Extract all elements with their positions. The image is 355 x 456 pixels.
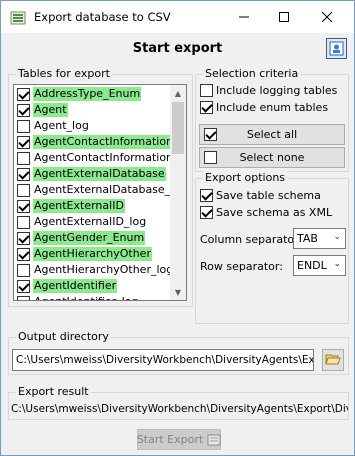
table-item-label: AgentHierarchyOther: [33, 247, 152, 261]
table-checkbox[interactable]: [17, 279, 30, 293]
table-item-label: AgentExternalDatabase_log: [34, 183, 187, 196]
tables-group-label: Tables for export: [16, 67, 112, 80]
list-item[interactable]: AgentHierarchyOther_log: [14, 262, 174, 278]
table-checkbox[interactable]: [17, 295, 30, 300]
selection-criteria-label: Selection criteria: [203, 67, 301, 80]
list-item[interactable]: Agent_log: [14, 118, 172, 134]
table-item-label: Agent_log: [34, 119, 89, 132]
row-separator-select[interactable]: ENDL ⌄: [293, 255, 346, 276]
table-checkbox[interactable]: [17, 87, 30, 101]
table-item-label: AgentGender_Enum: [33, 231, 146, 245]
app-icon: [10, 10, 26, 26]
list-item[interactable]: AgentExternalDatabase: [14, 166, 172, 182]
table-checkbox[interactable]: [17, 263, 30, 277]
table-item-label: AgentIdentifier: [33, 279, 118, 293]
scroll-up-icon[interactable]: ▲: [170, 85, 186, 101]
list-item[interactable]: AgentGender_Enum: [14, 230, 172, 246]
list-item[interactable]: AgentExternalID: [14, 198, 172, 214]
start-export-button[interactable]: Start Export: [137, 429, 221, 450]
table-checkbox[interactable]: [17, 199, 30, 213]
title-bar: Export database to CSV: [1, 1, 354, 33]
page-title: Start export: [132, 41, 223, 56]
table-checkbox[interactable]: [17, 103, 30, 117]
close-icon[interactable]: [307, 1, 347, 33]
table-item-label: AgentIdentifier_log: [33, 295, 139, 300]
minimize-icon[interactable]: [224, 1, 264, 33]
table-item-label: Agent: [33, 103, 68, 117]
export-result-text: C:\Users\mweiss\DiversityWorkbench\Diver…: [11, 403, 348, 415]
list-item[interactable]: AgentExternalID_log: [14, 214, 172, 230]
include-logging-option[interactable]: Include logging tables: [197, 84, 337, 97]
table-item-label: AgentContactInformation: [33, 135, 175, 149]
table-checkbox[interactable]: [17, 247, 30, 261]
table-item-label: AddressType_Enum: [33, 87, 142, 101]
column-separator-value: TAB: [297, 232, 318, 245]
csv-export-icon: [207, 434, 221, 446]
save-schema-xml-label: Save schema as XML: [216, 206, 333, 219]
table-checkbox[interactable]: [17, 183, 30, 197]
table-item-label: AgentContactInformation_log: [34, 151, 187, 164]
select-none-label: Select none: [239, 151, 305, 164]
output-directory-value: C:\Users\mweiss\DiversityWorkbench\Diver…: [16, 354, 314, 366]
save-schema-checkbox[interactable]: [200, 189, 213, 202]
window-title: Export database to CSV: [34, 10, 171, 24]
help-icon[interactable]: [326, 38, 347, 59]
list-item[interactable]: Agent: [14, 102, 172, 118]
tables-scrollbar[interactable]: ▲ ▼: [170, 85, 186, 300]
export-result-label: Export result: [16, 385, 91, 398]
row-separator-label: Row separator:: [200, 260, 283, 273]
select-all-button[interactable]: Select all: [199, 124, 345, 145]
save-schema-option[interactable]: Save table schema: [197, 189, 321, 202]
output-directory-label: Output directory: [16, 330, 111, 343]
table-checkbox[interactable]: [17, 135, 30, 149]
tables-list[interactable]: AgentIdentifier_log AgentIdentifier AgentH…: [13, 84, 187, 301]
column-separator-label: Column separator:: [200, 233, 303, 246]
table-item-label: AgentExternalID: [33, 199, 125, 213]
folder-open-icon: [325, 352, 341, 369]
table-item-label: AgentHierarchyOther_log: [34, 263, 174, 276]
table-item-label: AgentExternalID_log: [34, 215, 147, 228]
select-all-label: Select all: [246, 128, 298, 141]
table-checkbox[interactable]: [17, 215, 30, 229]
save-schema-label: Save table schema: [216, 189, 321, 202]
list-item[interactable]: AgentHierarchyOther: [14, 246, 172, 262]
chevron-down-icon: ⌄: [333, 259, 341, 269]
export-dialog-window: Export database to CSV Start export Tabl…: [0, 0, 355, 456]
include-enum-option[interactable]: Include enum tables: [197, 101, 328, 114]
list-item[interactable]: AddressType_Enum: [14, 86, 172, 102]
select-none-button[interactable]: Select none: [199, 147, 345, 168]
chevron-down-icon: ⌄: [333, 232, 341, 242]
list-item[interactable]: AgentIdentifier_log: [14, 294, 172, 300]
table-checkbox[interactable]: [17, 167, 30, 181]
list-item[interactable]: AgentContactInformation: [14, 134, 175, 150]
include-logging-label: Include logging tables: [216, 84, 338, 97]
table-checkbox[interactable]: [17, 231, 30, 245]
maximize-icon[interactable]: [264, 1, 304, 33]
browse-folder-button[interactable]: [322, 349, 344, 371]
output-directory-field[interactable]: C:\Users\mweiss\DiversityWorkbench\Diver…: [12, 349, 314, 371]
include-logging-checkbox[interactable]: [200, 84, 213, 97]
start-export-label: Start Export: [136, 433, 204, 446]
list-item[interactable]: AgentIdentifier: [14, 278, 172, 294]
table-checkbox[interactable]: [17, 119, 30, 133]
include-enum-label: Include enum tables: [216, 101, 329, 114]
row-separator-value: ENDL: [297, 259, 327, 272]
list-item[interactable]: AgentExternalDatabase_log: [14, 182, 186, 198]
export-options-label: Export options: [203, 171, 288, 184]
table-item-label: AgentExternalDatabase: [33, 167, 166, 181]
scroll-down-icon[interactable]: ▼: [170, 284, 186, 300]
table-checkbox[interactable]: [17, 151, 30, 165]
column-separator-select[interactable]: TAB ⌄: [293, 228, 346, 249]
scroll-thumb[interactable]: [172, 102, 184, 154]
list-item[interactable]: AgentContactInformation_log: [14, 150, 186, 166]
include-enum-checkbox[interactable]: [200, 101, 213, 114]
save-schema-xml-checkbox[interactable]: [200, 206, 213, 219]
save-schema-xml-option[interactable]: Save schema as XML: [197, 206, 332, 219]
